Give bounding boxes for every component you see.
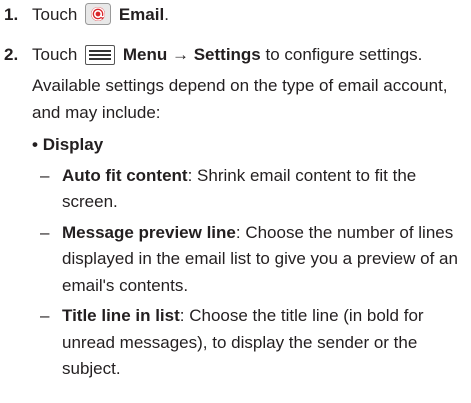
- option-auto-fit-content: – Auto fit content: Shrink email content…: [40, 163, 466, 216]
- step-number: 2.: [4, 44, 19, 64]
- dash-marker: –: [40, 306, 50, 325]
- option-title-line-in-list: – Title line in list: Choose the title l…: [40, 303, 466, 383]
- instructions: 1. Touch Email. 2. Touch Menu → Settings: [4, 2, 466, 383]
- display-heading: Display: [42, 135, 104, 154]
- display-section: • Display – Auto fit content: Shrink ema…: [32, 132, 466, 383]
- option-label: Message preview line: [62, 222, 236, 242]
- step-1: 1. Touch Email.: [4, 2, 466, 34]
- dash-marker: –: [40, 165, 50, 185]
- settings-label: Settings: [193, 44, 261, 64]
- menu-label: Menu: [122, 44, 168, 64]
- option-message-preview-line: – Message preview line: Choose the numbe…: [40, 220, 466, 300]
- step-number: 1.: [4, 5, 19, 24]
- step-bold-label: Email: [118, 5, 165, 24]
- step-text: Touch: [32, 44, 78, 64]
- menu-icon: [85, 44, 116, 74]
- option-label: Title line in list: [62, 306, 180, 325]
- step-text: Touch: [32, 5, 78, 24]
- step-2: 2. Touch Menu → Settings to configure se…: [4, 42, 466, 383]
- bullet-marker: •: [32, 135, 38, 154]
- email-app-icon: [85, 3, 112, 34]
- step-punct: .: [164, 5, 169, 24]
- option-label: Auto fit content: [62, 165, 188, 185]
- dash-marker: –: [40, 222, 50, 242]
- arrow-glyph: →: [171, 44, 189, 64]
